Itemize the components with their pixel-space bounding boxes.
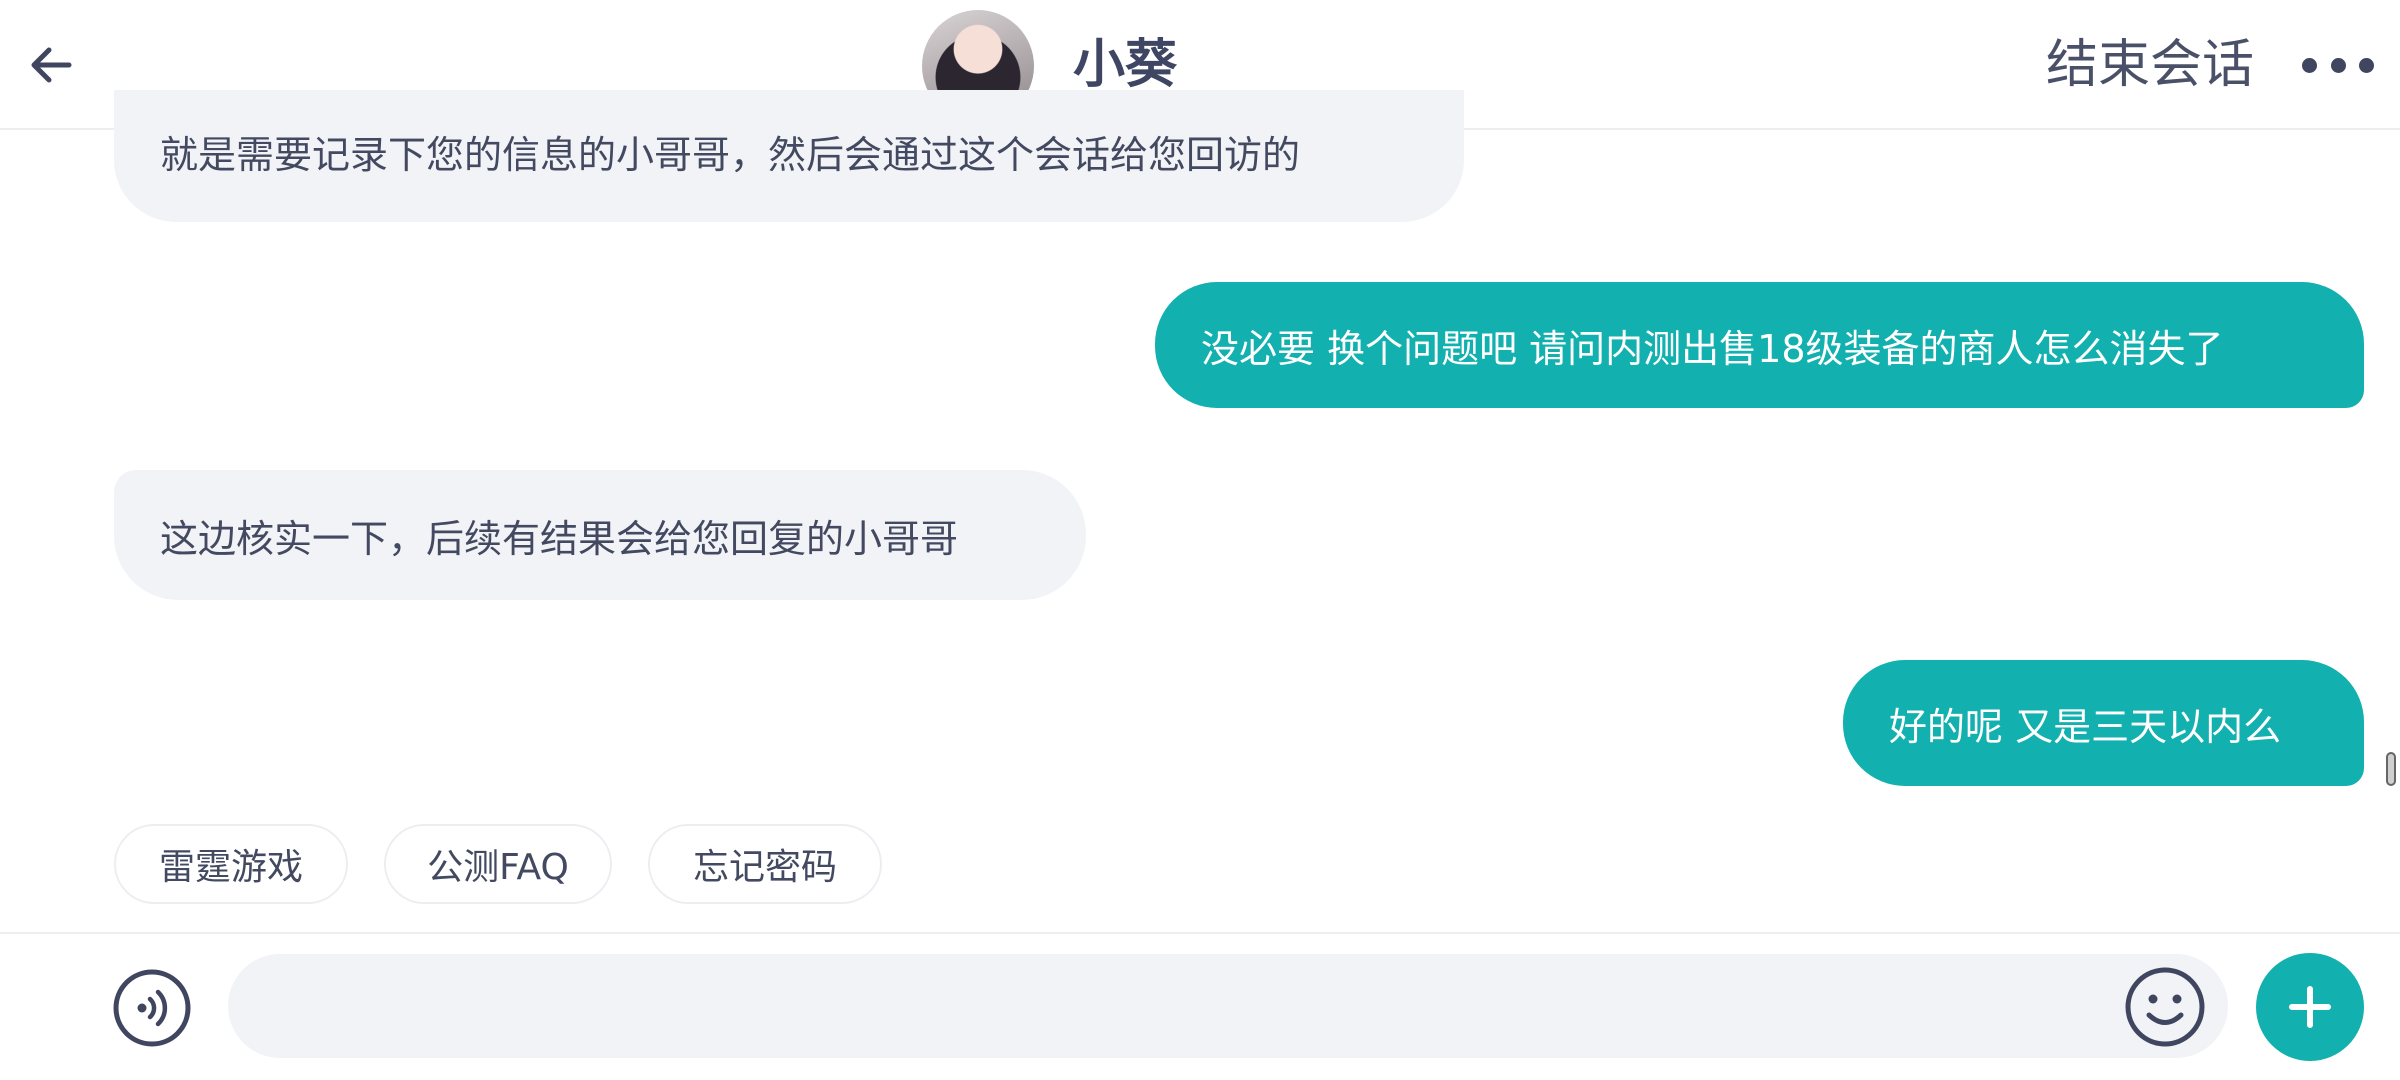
message-text: 好的呢 又是三天以内么 [1889, 704, 2282, 749]
message-text: 没必要 换个问题吧 请问内测出售18级装备的商人怎么消失了 [1201, 326, 2224, 371]
end-session-button[interactable]: 结束会话 [2046, 30, 2254, 100]
agent-message[interactable]: 这边核实一下，后续有结果会给您回复的小哥哥 [114, 470, 1086, 600]
back-button[interactable] [20, 30, 82, 100]
agent-message[interactable]: 就是需要记录下您的信息的小哥哥，然后会通过这个会话给您回访的 [114, 90, 1464, 222]
scrollbar-thumb[interactable] [2386, 752, 2396, 786]
arrow-left-icon [31, 47, 72, 83]
plus-icon [2289, 986, 2331, 1028]
message-input[interactable] [228, 954, 2228, 1058]
emoji-icon [2125, 967, 2205, 1047]
message-text: 这边核实一下，后续有结果会给您回复的小哥哥 [160, 516, 959, 561]
quick-reply-chip[interactable]: 公测FAQ [384, 824, 612, 904]
more-horizontal-icon-dot [2330, 57, 2346, 73]
quick-reply-chip[interactable]: 雷霆游戏 [114, 824, 348, 904]
user-message[interactable]: 好的呢 又是三天以内么 [1843, 660, 2364, 786]
message-text: 就是需要记录下您的信息的小哥哥，然后会通过这个会话给您回访的 [160, 133, 1301, 177]
user-message[interactable]: 没必要 换个问题吧 请问内测出售18级装备的商人怎么消失了 [1155, 282, 2364, 408]
more-button[interactable] [2302, 40, 2374, 90]
voice-button[interactable] [112, 968, 192, 1048]
more-horizontal-icon-dot [2359, 57, 2374, 73]
voice-icon [113, 969, 191, 1047]
quick-reply-chip[interactable]: 忘记密码 [648, 824, 882, 904]
plus-button[interactable] [2256, 953, 2364, 1061]
more-horizontal-icon [2302, 57, 2317, 73]
emoji-button[interactable] [2124, 966, 2206, 1048]
input-bar [0, 932, 2400, 1080]
